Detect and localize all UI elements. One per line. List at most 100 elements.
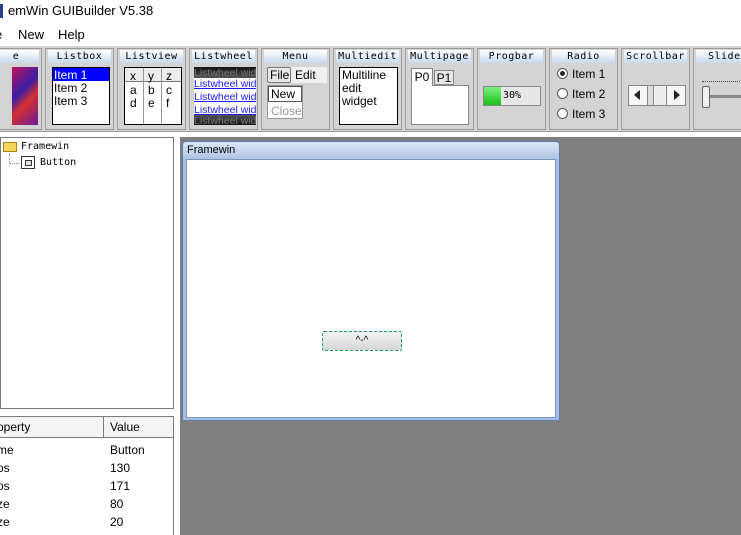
- property-name: me: [0, 443, 14, 457]
- listbox-item: Item 2: [54, 81, 88, 95]
- slider-ticks: [702, 81, 741, 83]
- palette-listbox[interactable]: Listbox Item 1 Item 2 Item 3: [45, 48, 114, 130]
- menu-preview-close: Close: [271, 104, 302, 118]
- scrollbar-caption: Scrollbar: [624, 50, 687, 63]
- tree-item-button[interactable]: Button: [40, 157, 76, 168]
- slider-thumb: [702, 86, 710, 108]
- framewin-widget[interactable]: Framewin ^-^: [182, 141, 560, 421]
- scrollbar-preview: [628, 85, 686, 106]
- multiedit-preview: Multiline edit widget: [339, 67, 398, 125]
- framewin-titlebar[interactable]: Framewin: [183, 142, 559, 159]
- menu-item-new[interactable]: New: [18, 27, 44, 42]
- palette-multiedit[interactable]: Multiedit Multiline edit widget: [333, 48, 402, 130]
- menu-preview-popup: New Close: [267, 85, 303, 119]
- property-row[interactable]: me Button: [0, 441, 174, 459]
- palette-listwheel[interactable]: Listwheel Listwheel wid Listwheel wid Li…: [189, 48, 258, 130]
- scroll-right-icon: [666, 86, 685, 105]
- listwheel-item: Listwheel wid: [194, 67, 256, 78]
- listview-header-cell: y: [148, 69, 154, 83]
- scroll-left-icon: [629, 86, 648, 105]
- properties-panel: operty Value me Button os 130 os 171 ze …: [0, 416, 174, 535]
- palette-image[interactable]: e: [0, 48, 42, 130]
- radio-button: [557, 88, 568, 99]
- listwheel-preview: Listwheel wid Listwheel wid Listwheel wi…: [194, 67, 256, 125]
- radio-label: Item 2: [572, 87, 606, 101]
- listwheel-item: Listwheel wid: [194, 91, 256, 103]
- listview-caption: Listview: [120, 50, 183, 63]
- title-bar: emWin GUIBuilder V5.38: [0, 0, 741, 24]
- property-row[interactable]: os 171: [0, 477, 174, 495]
- menu-preview-new: New: [268, 86, 302, 102]
- scroll-thumb: [648, 86, 654, 105]
- listview-cell: b: [148, 83, 155, 97]
- listview-cell: f: [166, 96, 170, 110]
- menu-bar: e New Help: [0, 24, 741, 46]
- property-value[interactable]: 80: [110, 497, 123, 511]
- widget-palette: e Listbox Item 1 Item 2 Item 3 Listview …: [0, 46, 741, 132]
- palette-menu[interactable]: Menu File Edit New Close: [261, 48, 330, 130]
- property-value[interactable]: 20: [110, 515, 123, 529]
- listview-header-cell: x: [130, 69, 136, 83]
- palette-scrollbar[interactable]: Scrollbar: [621, 48, 690, 130]
- menu-item-help[interactable]: Help: [58, 27, 85, 42]
- radio-label: Item 1: [572, 67, 606, 81]
- property-name: os: [0, 461, 10, 475]
- button-widget[interactable]: ^-^: [322, 331, 402, 351]
- listbox-preview: Item 1 Item 2 Item 3: [52, 67, 110, 125]
- property-value[interactable]: 171: [110, 479, 130, 493]
- property-row[interactable]: os 130: [0, 459, 174, 477]
- framewin-client-area[interactable]: ^-^: [186, 159, 556, 418]
- multiedit-caption: Multiedit: [336, 50, 399, 63]
- property-row[interactable]: ze 20: [0, 513, 174, 531]
- slider-caption: Slider: [696, 50, 741, 63]
- multiedit-line: widget: [342, 94, 377, 108]
- palette-listview[interactable]: Listview x y z a b c d e f: [117, 48, 186, 130]
- menu-preview-file: File: [267, 67, 291, 83]
- listbox-item: Item 3: [54, 94, 88, 108]
- properties-header-name: operty: [0, 420, 31, 434]
- property-name: ze: [0, 515, 10, 529]
- palette-slider[interactable]: Slider: [693, 48, 741, 130]
- framewin-title: Framewin: [187, 144, 236, 156]
- radio-label: Item 3: [572, 107, 606, 121]
- property-value[interactable]: Button: [110, 443, 145, 457]
- palette-multipage[interactable]: Multipage P0 P1: [405, 48, 474, 130]
- button-widget-icon: [21, 156, 35, 169]
- image-thumbnail: [12, 67, 38, 125]
- palette-radio[interactable]: Radio Item 1 Item 2 Item 3: [549, 48, 618, 130]
- listview-cell: e: [148, 96, 155, 110]
- palette-image-caption: e: [0, 50, 39, 63]
- listview-cell: d: [130, 96, 137, 110]
- radio-button: [557, 108, 568, 119]
- menu-preview-edit: Edit: [295, 68, 316, 82]
- listview-cell: a: [130, 83, 137, 97]
- widget-tree: Framewin Button: [0, 137, 174, 409]
- palette-progbar[interactable]: Progbar 30%: [477, 48, 546, 130]
- property-value[interactable]: 130: [110, 461, 130, 475]
- multipage-tab-p0: P0: [411, 68, 433, 86]
- tree-item-framewin[interactable]: Framewin: [21, 141, 69, 152]
- menu-caption: Menu: [264, 50, 327, 63]
- properties-header-value: Value: [110, 420, 140, 434]
- app-icon: [0, 4, 3, 18]
- listwheel-caption: Listwheel: [192, 50, 255, 63]
- menu-preview-bar: File Edit: [267, 67, 327, 83]
- progbar-caption: Progbar: [480, 50, 543, 63]
- property-row[interactable]: ze 80: [0, 495, 174, 513]
- menu-item-file[interactable]: e: [0, 27, 2, 42]
- multipage-tab-p1: P1: [434, 70, 454, 85]
- listwheel-item: Listwheel wid: [194, 78, 256, 90]
- property-name: ze: [0, 497, 10, 511]
- listbox-item-selected: Item 1: [53, 68, 109, 82]
- property-name: os: [0, 479, 10, 493]
- properties-header: operty Value: [0, 417, 173, 438]
- listview-preview: x y z a b c d e f: [124, 67, 182, 125]
- multipage-caption: Multipage: [408, 50, 471, 63]
- radio-button-selected: [557, 68, 568, 79]
- folder-icon: [3, 142, 17, 152]
- listbox-caption: Listbox: [48, 50, 111, 63]
- listwheel-item: Listwheel wid: [194, 115, 256, 125]
- radio-caption: Radio: [552, 50, 615, 63]
- listview-cell: c: [166, 83, 172, 97]
- listview-header-cell: z: [166, 69, 172, 83]
